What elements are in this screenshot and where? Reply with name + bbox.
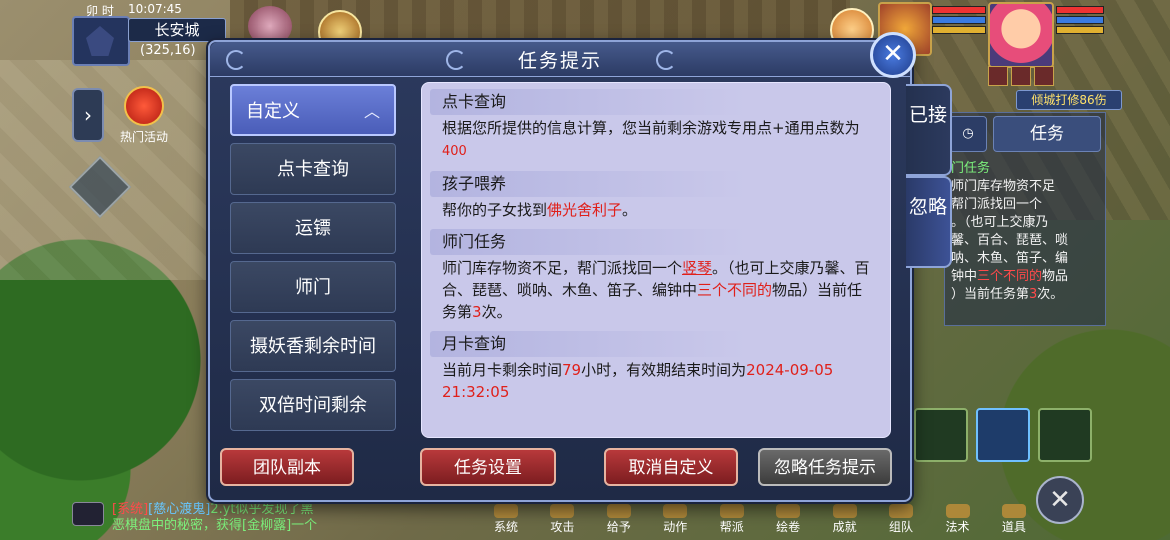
tab-accepted[interactable]: 已接 <box>906 84 952 176</box>
task-settings-button[interactable]: 任务设置 <box>420 448 556 486</box>
skill-slot-icon[interactable] <box>976 408 1030 462</box>
tab-ignore[interactable]: 忽略 <box>906 176 952 268</box>
menu-action[interactable]: 动作 <box>649 500 701 540</box>
expand-arrow-button[interactable]: › <box>72 88 104 142</box>
hour-label: 卯 时 <box>86 4 114 18</box>
chevron-up-icon: ︿ <box>363 102 380 121</box>
close-menu-button[interactable]: ✕ <box>1036 476 1084 524</box>
pet-exp-bar <box>932 26 986 34</box>
player-avatar[interactable] <box>988 2 1054 68</box>
player-title: 倾城打修86伤 <box>1016 90 1122 110</box>
item-link[interactable]: 佛光舍利子 <box>547 201 622 219</box>
category-custom[interactable]: 自定义 ︿ <box>230 84 396 136</box>
section-body: 师门库存物资不足，帮门派找回一个竖琴。（也可上交康乃馨、百合、琵琶、唢呐、木鱼、… <box>442 259 870 321</box>
category-double-time[interactable]: 双倍时间剩余 <box>230 379 396 431</box>
city-name[interactable]: 长安城 <box>128 18 226 42</box>
buff-icon[interactable] <box>988 66 1008 86</box>
section-body: 当前月卡剩余时间79小时，有效期结束时间为2024-09-05 21:32:05 <box>442 361 834 401</box>
dialog-button-row: 团队副本 任务设置 取消自定义 忽略任务提示 <box>218 448 902 488</box>
attack-icon <box>550 504 575 518</box>
close-icon[interactable]: ✕ <box>870 32 916 78</box>
category-incense-time[interactable]: 摄妖香剩余时间 <box>230 320 396 372</box>
section-month-card: 月卡查询 当前月卡剩余时间79小时，有效期结束时间为2024-09-05 21:… <box>430 331 882 407</box>
task-content-panel: 点卡查询 根据您所提供的信息计算，您当前剩余游戏专用点+通用点数为400 孩子喂… <box>421 82 891 438</box>
player-anger-bar <box>1056 26 1104 34</box>
buff-icon[interactable] <box>1034 66 1054 86</box>
menu-guild[interactable]: 帮派 <box>706 500 758 540</box>
pet-mp-bar <box>932 16 986 24</box>
section-body: 根据您所提供的信息计算，您当前剩余游戏专用点+通用点数为400 <box>442 119 860 159</box>
team-icon <box>889 504 914 518</box>
section-card-query: 点卡查询 根据您所提供的信息计算，您当前剩余游戏专用点+通用点数为400 <box>430 89 882 167</box>
give-icon <box>606 504 631 518</box>
spell-icon <box>945 504 970 518</box>
task-tracker: ◷ 任务 门任务 师门库存物资不足 帮门派找回一个 。（也可上交康乃 馨、百合、… <box>944 112 1106 326</box>
menu-achievement[interactable]: 成就 <box>819 500 871 540</box>
dialog-header: 任务提示 <box>210 42 910 77</box>
coordinates: (325,16) <box>140 43 196 58</box>
menu-items[interactable]: 道具 <box>988 500 1040 540</box>
team-dungeon-button[interactable]: 团队副本 <box>220 448 354 486</box>
player-hp-bar <box>1056 6 1104 14</box>
menu-spell[interactable]: 法术 <box>932 500 984 540</box>
section-sect-task: 师门任务 师门库存物资不足，帮门派找回一个竖琴。（也可上交康乃馨、百合、琵琶、唢… <box>430 229 882 327</box>
skill-bar <box>914 408 1092 462</box>
guild-icon <box>719 504 744 518</box>
menu-give[interactable]: 给予 <box>593 500 645 540</box>
menu-attack[interactable]: 攻击 <box>536 500 588 540</box>
task-hint-dialog: 任务提示 自定义 ︿ 点卡查询 运镖 师门 摄妖香剩余时间 双倍时间剩余 点卡查… <box>208 40 912 502</box>
achievement-icon <box>832 504 857 518</box>
action-icon <box>663 504 688 518</box>
menu-scroll[interactable]: 绘卷 <box>762 500 814 540</box>
category-sect[interactable]: 师门 <box>230 261 396 313</box>
bottom-menu: 系统 攻击 给予 动作 帮派 绘卷 成就 组队 法术 道具 <box>480 500 1040 540</box>
skill-slot-icon[interactable] <box>914 408 968 462</box>
section-title: 月卡查询 <box>430 331 882 357</box>
section-title: 师门任务 <box>430 229 882 255</box>
section-title: 孩子喂养 <box>430 171 882 197</box>
buff-icon[interactable] <box>1011 66 1031 86</box>
items-icon <box>1001 504 1026 518</box>
chat-log[interactable]: [系统][慈心渡鬼]2.yt似乎发现了黑 恶棋盘中的秘密，获得[金柳露]一个 <box>76 502 512 534</box>
hot-event-button[interactable]: 热门活动 <box>112 86 176 145</box>
menu-team[interactable]: 组队 <box>875 500 927 540</box>
category-escort[interactable]: 运镖 <box>230 202 396 254</box>
ignore-task-hint-button[interactable]: 忽略任务提示 <box>758 448 892 486</box>
dialog-title: 任务提示 <box>517 50 602 72</box>
minimap-button[interactable] <box>72 16 130 66</box>
scroll-icon <box>776 504 801 518</box>
item-link[interactable]: 竖琴 <box>682 259 712 277</box>
player-mp-bar <box>1056 16 1104 24</box>
category-card-query[interactable]: 点卡查询 <box>230 143 396 195</box>
lantern-icon <box>124 86 164 126</box>
cancel-custom-button[interactable]: 取消自定义 <box>604 448 738 486</box>
status-icons <box>988 66 1054 86</box>
pet-hp-bar <box>932 6 986 14</box>
section-title: 点卡查询 <box>430 89 882 115</box>
time-display: 卯 时 10:07:45 <box>70 2 220 18</box>
hot-event-label: 热门活动 <box>119 130 168 144</box>
clock-label: 10:07:45 <box>128 2 182 16</box>
tracker-title[interactable]: 门任务 <box>945 155 1105 178</box>
category-list: 自定义 ︿ 点卡查询 运镖 师门 摄妖香剩余时间 双倍时间剩余 <box>230 84 396 438</box>
section-child: 孩子喂养 帮你的子女找到佛光舍利子。 <box>430 171 882 225</box>
tracker-body[interactable]: 师门库存物资不足 帮门派找回一个 。（也可上交康乃 馨、百合、琵琶、唢 呐、木鱼… <box>945 178 1105 304</box>
section-body: 帮你的子女找到佛光舍利子。 <box>442 201 638 219</box>
clock-icon[interactable]: ◷ <box>949 116 987 152</box>
tracker-task-tab[interactable]: 任务 <box>993 116 1101 152</box>
tower-icon <box>86 26 114 56</box>
skill-slot-icon[interactable] <box>1038 408 1092 462</box>
